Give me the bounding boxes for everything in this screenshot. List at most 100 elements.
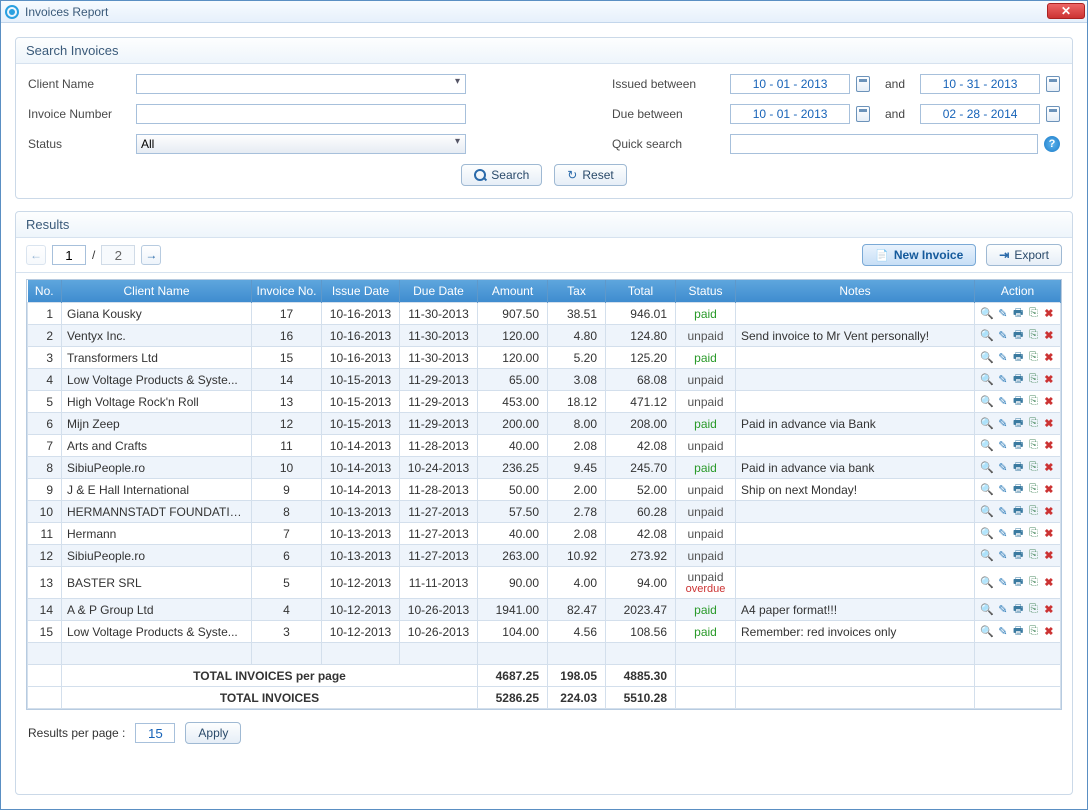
view-icon[interactable]: 🔍 <box>980 527 994 541</box>
copy-icon[interactable]: ⎘ <box>1027 351 1039 365</box>
copy-icon[interactable]: ⎘ <box>1027 307 1039 321</box>
close-button[interactable]: ✕ <box>1047 3 1085 19</box>
edit-icon[interactable]: ✎ <box>997 439 1009 453</box>
col-status[interactable]: Status <box>676 280 736 303</box>
copy-icon[interactable]: ⎘ <box>1027 329 1039 343</box>
table-row[interactable]: 2Ventyx Inc.1610-16-201311-30-2013120.00… <box>28 325 1061 347</box>
quick-search-input[interactable] <box>730 134 1038 154</box>
view-icon[interactable]: 🔍 <box>980 625 994 639</box>
view-icon[interactable]: 🔍 <box>980 373 994 387</box>
table-row[interactable]: 13BASTER SRL510-12-201311-11-201390.004.… <box>28 567 1061 599</box>
print-icon[interactable]: 🖶 <box>1012 395 1024 409</box>
print-icon[interactable]: 🖶 <box>1012 351 1024 365</box>
table-row[interactable]: 8SibiuPeople.ro1010-14-201310-24-2013236… <box>28 457 1061 479</box>
delete-icon[interactable]: ✖ <box>1043 307 1055 321</box>
view-icon[interactable]: 🔍 <box>980 439 994 453</box>
issued-from-date[interactable] <box>730 74 850 94</box>
view-icon[interactable]: 🔍 <box>980 549 994 563</box>
table-row[interactable]: 3Transformers Ltd1510-16-201311-30-20131… <box>28 347 1061 369</box>
table-row[interactable]: 11Hermann710-13-201311-27-201340.002.084… <box>28 523 1061 545</box>
copy-icon[interactable]: ⎘ <box>1027 417 1039 431</box>
edit-icon[interactable]: ✎ <box>997 417 1009 431</box>
copy-icon[interactable]: ⎘ <box>1027 439 1039 453</box>
print-icon[interactable]: 🖶 <box>1012 373 1024 387</box>
due-from-date[interactable] <box>730 104 850 124</box>
copy-icon[interactable]: ⎘ <box>1027 373 1039 387</box>
col-amount[interactable]: Amount <box>478 280 548 303</box>
edit-icon[interactable]: ✎ <box>997 483 1009 497</box>
view-icon[interactable]: 🔍 <box>980 603 994 617</box>
edit-icon[interactable]: ✎ <box>997 351 1009 365</box>
table-row[interactable]: 7Arts and Crafts1110-14-201311-28-201340… <box>28 435 1061 457</box>
calendar-icon[interactable] <box>1046 106 1060 122</box>
copy-icon[interactable]: ⎘ <box>1027 461 1039 475</box>
delete-icon[interactable]: ✖ <box>1043 549 1055 563</box>
issued-to-date[interactable] <box>920 74 1040 94</box>
table-row[interactable]: 9J & E Hall International910-14-201311-2… <box>28 479 1061 501</box>
delete-icon[interactable]: ✖ <box>1043 329 1055 343</box>
table-row[interactable]: 14A & P Group Ltd410-12-201310-26-201319… <box>28 599 1061 621</box>
col-invoice-no[interactable]: Invoice No. <box>252 280 322 303</box>
copy-icon[interactable]: ⎘ <box>1027 395 1039 409</box>
edit-icon[interactable]: ✎ <box>997 373 1009 387</box>
status-select[interactable] <box>136 134 466 154</box>
view-icon[interactable]: 🔍 <box>980 307 994 321</box>
view-icon[interactable]: 🔍 <box>980 505 994 519</box>
calendar-icon[interactable] <box>856 106 870 122</box>
delete-icon[interactable]: ✖ <box>1043 373 1055 387</box>
edit-icon[interactable]: ✎ <box>997 461 1009 475</box>
delete-icon[interactable]: ✖ <box>1043 603 1055 617</box>
col-total[interactable]: Total <box>606 280 676 303</box>
copy-icon[interactable]: ⎘ <box>1027 527 1039 541</box>
search-button[interactable]: Search <box>461 164 542 186</box>
table-row[interactable]: 6Mijn Zeep1210-15-201311-29-2013200.008.… <box>28 413 1061 435</box>
copy-icon[interactable]: ⎘ <box>1027 505 1039 519</box>
copy-icon[interactable]: ⎘ <box>1027 576 1039 590</box>
help-icon[interactable]: ? <box>1044 136 1060 152</box>
edit-icon[interactable]: ✎ <box>997 307 1009 321</box>
print-icon[interactable]: 🖶 <box>1012 603 1024 617</box>
export-button[interactable]: Export <box>986 244 1062 266</box>
table-row[interactable]: 12SibiuPeople.ro610-13-201311-27-2013263… <box>28 545 1061 567</box>
pager-current[interactable] <box>52 245 86 265</box>
edit-icon[interactable]: ✎ <box>997 527 1009 541</box>
delete-icon[interactable]: ✖ <box>1043 395 1055 409</box>
view-icon[interactable]: 🔍 <box>980 576 994 590</box>
col-action[interactable]: Action <box>975 280 1061 303</box>
print-icon[interactable]: 🖶 <box>1012 417 1024 431</box>
col-notes[interactable]: Notes <box>736 280 975 303</box>
table-row[interactable]: 10HERMANNSTADT FOUNDATION810-13-201311-2… <box>28 501 1061 523</box>
copy-icon[interactable]: ⎘ <box>1027 625 1039 639</box>
edit-icon[interactable]: ✎ <box>997 395 1009 409</box>
table-row[interactable]: 1Giana Kousky1710-16-201311-30-2013907.5… <box>28 303 1061 325</box>
col-client[interactable]: Client Name <box>62 280 252 303</box>
view-icon[interactable]: 🔍 <box>980 417 994 431</box>
results-per-page-input[interactable] <box>135 723 175 743</box>
col-issue-date[interactable]: Issue Date <box>322 280 400 303</box>
reset-button[interactable]: Reset <box>554 164 626 186</box>
copy-icon[interactable]: ⎘ <box>1027 603 1039 617</box>
view-icon[interactable]: 🔍 <box>980 483 994 497</box>
delete-icon[interactable]: ✖ <box>1043 505 1055 519</box>
table-row[interactable]: 4Low Voltage Products & Syste...1410-15-… <box>28 369 1061 391</box>
table-row[interactable]: 15Low Voltage Products & Syste...310-12-… <box>28 621 1061 643</box>
view-icon[interactable]: 🔍 <box>980 329 994 343</box>
view-icon[interactable]: 🔍 <box>980 395 994 409</box>
edit-icon[interactable]: ✎ <box>997 505 1009 519</box>
col-due-date[interactable]: Due Date <box>400 280 478 303</box>
delete-icon[interactable]: ✖ <box>1043 527 1055 541</box>
delete-icon[interactable]: ✖ <box>1043 439 1055 453</box>
print-icon[interactable]: 🖶 <box>1012 527 1024 541</box>
edit-icon[interactable]: ✎ <box>997 625 1009 639</box>
pager-next[interactable]: → <box>141 245 161 265</box>
print-icon[interactable]: 🖶 <box>1012 461 1024 475</box>
table-row[interactable]: 5High Voltage Rock'n Roll1310-15-201311-… <box>28 391 1061 413</box>
print-icon[interactable]: 🖶 <box>1012 307 1024 321</box>
copy-icon[interactable]: ⎘ <box>1027 483 1039 497</box>
print-icon[interactable]: 🖶 <box>1012 625 1024 639</box>
print-icon[interactable]: 🖶 <box>1012 576 1024 590</box>
calendar-icon[interactable] <box>1046 76 1060 92</box>
delete-icon[interactable]: ✖ <box>1043 483 1055 497</box>
print-icon[interactable]: 🖶 <box>1012 483 1024 497</box>
view-icon[interactable]: 🔍 <box>980 351 994 365</box>
